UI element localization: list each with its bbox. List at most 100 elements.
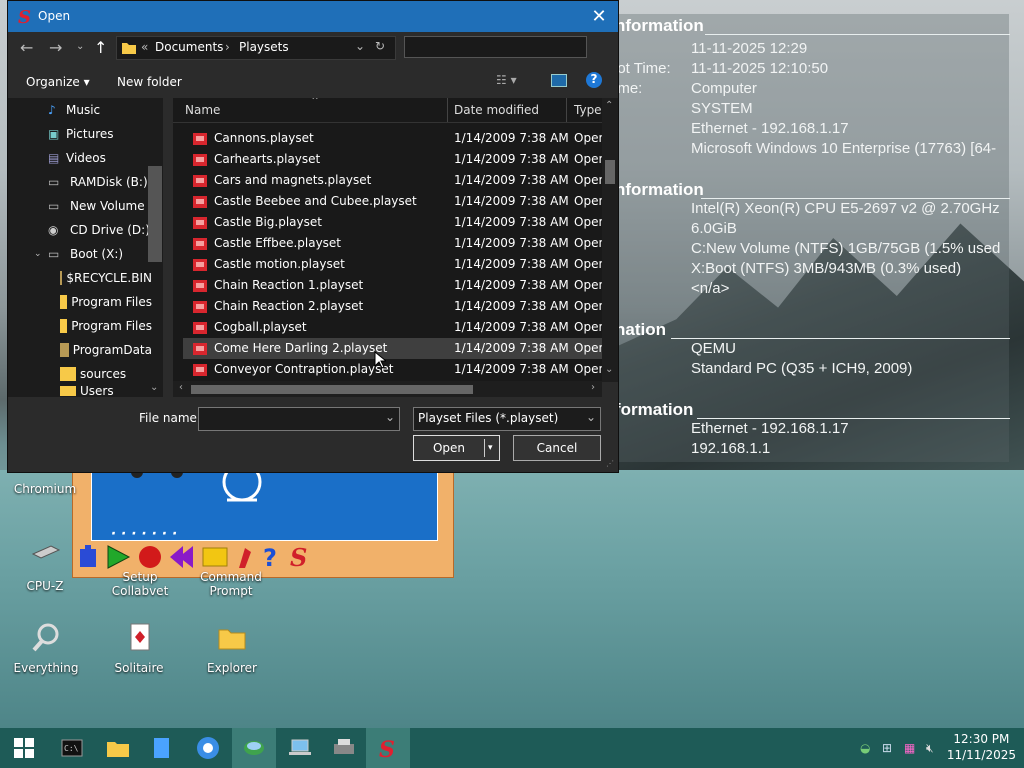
desktop-icon-setup[interactable]: Setup Collabvet bbox=[100, 570, 180, 598]
nav-item-program-files-x86[interactable]: Program Files bbox=[60, 316, 152, 336]
help-icon[interactable]: ? bbox=[261, 544, 283, 570]
nav-item-boot[interactable]: ⌄ ▭ Boot (X:) bbox=[34, 244, 123, 264]
close-button[interactable]: ✕ bbox=[584, 2, 614, 30]
file-row[interactable]: Cannons.playset 1/14/2009 7:38 AM Open I bbox=[183, 128, 602, 149]
refresh-icon[interactable]: ↻ bbox=[375, 39, 385, 53]
file-row[interactable]: Castle Effbee.playset 1/14/2009 7:38 AM Op… bbox=[183, 233, 602, 254]
new-folder-button[interactable]: New folder bbox=[117, 75, 182, 89]
nav-item-pictures[interactable]: ▣ Pictures bbox=[48, 124, 114, 144]
nav-item-programdata[interactable]: ProgramData bbox=[60, 340, 152, 360]
desktop-icon-chromium[interactable]: Chromium bbox=[5, 470, 85, 496]
file-row[interactable]: Come Here Darling 2.playset 1/14/2009 7:3… bbox=[183, 338, 602, 359]
nav-item-cd-drive[interactable]: ◉ CD Drive (D:) v bbox=[48, 220, 163, 240]
scroll-right-icon[interactable]: › bbox=[591, 382, 595, 393]
nav-item-videos[interactable]: ▤ Videos bbox=[48, 148, 106, 168]
scroll-left-icon[interactable]: ‹ bbox=[179, 382, 183, 393]
file-type: Open I bbox=[574, 131, 602, 145]
play-icon[interactable] bbox=[105, 544, 131, 570]
column-header-name[interactable]: Name bbox=[185, 103, 220, 117]
scrollbar-thumb[interactable] bbox=[605, 160, 615, 184]
file-row[interactable]: Conveyor Contraption.playset 1/14/2009 7:… bbox=[183, 359, 602, 380]
network-status-icon[interactable]: ◒ bbox=[860, 741, 882, 755]
clock[interactable]: 12:30 PM 11/11/2025 bbox=[947, 731, 1016, 763]
file-type: Open I bbox=[574, 362, 602, 376]
volume-muted-icon[interactable]: 🔇︎ bbox=[926, 741, 946, 756]
dialog-footer: File name: ⌄ Playset Files (*.playset) ⌄… bbox=[8, 397, 618, 472]
stop-icon[interactable] bbox=[137, 544, 163, 570]
app-logo-icon[interactable]: S bbox=[289, 544, 313, 570]
taskbar-notes[interactable] bbox=[140, 728, 184, 768]
taskbar-command-prompt[interactable]: C:\ bbox=[50, 728, 94, 768]
file-name-input[interactable]: ⌄ bbox=[198, 407, 400, 431]
file-type: Open I bbox=[574, 257, 602, 271]
split-dropdown-icon[interactable]: ▾ bbox=[488, 443, 493, 453]
nav-item-sources[interactable]: sources bbox=[60, 364, 152, 384]
file-row[interactable]: Castle motion.playset 1/14/2009 7:38 AM Op… bbox=[183, 254, 602, 275]
desktop-icon-solitaire[interactable]: Solitaire bbox=[99, 622, 179, 675]
navigation-pane[interactable]: ♪ Music ▣ Pictures ▤ Videos ▭ RAMDisk (B:) ▭… bbox=[8, 98, 163, 397]
game-window[interactable]: · · · · · · · ? S bbox=[72, 462, 454, 578]
up-arrow-icon[interactable]: ↑ bbox=[94, 38, 107, 57]
open-button[interactable]: Open ▾ bbox=[413, 435, 500, 461]
file-list[interactable]: Name ⌃ Date modified Type Cannons.playse… bbox=[173, 98, 602, 382]
nav-item-ramdisk[interactable]: ▭ RAMDisk (B:) bbox=[48, 172, 148, 192]
start-button[interactable] bbox=[2, 728, 46, 768]
display-settings-icon[interactable]: ▦ bbox=[904, 741, 926, 755]
nav-scrollbar-thumb[interactable] bbox=[148, 166, 162, 262]
scrollbar-thumb[interactable] bbox=[191, 385, 473, 394]
file-row[interactable]: Castle Big.playset 1/14/2009 7:38 AM Open … bbox=[183, 212, 602, 233]
file-row[interactable]: Castle Beebee and Cubee.playset 1/14/2009… bbox=[183, 191, 602, 212]
help-icon[interactable]: ? bbox=[586, 72, 602, 88]
column-header-type[interactable]: Type bbox=[574, 103, 602, 117]
view-options-icon[interactable]: ☷ ▾ bbox=[496, 73, 517, 87]
desktop-icon-command-prompt[interactable]: Command Prompt bbox=[191, 570, 271, 598]
dialog-titlebar[interactable]: S Open ✕ bbox=[8, 1, 618, 32]
scroll-up-icon[interactable]: ⌃ bbox=[605, 100, 613, 111]
forward-arrow-icon[interactable]: → bbox=[49, 38, 62, 57]
yellow-box-icon[interactable] bbox=[201, 545, 229, 569]
organize-menu[interactable]: Organize ▾ bbox=[26, 75, 90, 89]
back-arrow-icon[interactable]: ← bbox=[20, 38, 33, 57]
nav-item-users[interactable]: Users bbox=[60, 386, 152, 396]
nav-item-music[interactable]: ♪ Music bbox=[48, 100, 100, 120]
nav-item-new-volume[interactable]: ▭ New Volume (C bbox=[48, 196, 163, 216]
taskbar-active-app[interactable] bbox=[232, 728, 276, 768]
red-tool-icon[interactable] bbox=[235, 544, 255, 570]
breadcrumb-item[interactable]: Documents bbox=[155, 40, 223, 54]
preview-pane-icon[interactable] bbox=[551, 74, 567, 87]
rewind-icon[interactable] bbox=[169, 544, 195, 570]
file-type-select[interactable]: Playset Files (*.playset) ⌄ bbox=[413, 407, 601, 431]
nav-item-program-files[interactable]: Program Files bbox=[60, 292, 152, 312]
recent-locations-icon[interactable]: ⌄ bbox=[76, 41, 84, 52]
file-row[interactable]: Cars and magnets.playset 1/14/2009 7:38 A… bbox=[183, 170, 602, 191]
nav-item-recycle-bin[interactable]: $RECYCLE.BIN bbox=[60, 268, 152, 288]
search-input[interactable] bbox=[404, 36, 587, 58]
breadcrumb-item[interactable]: Playsets bbox=[239, 40, 289, 54]
file-row[interactable]: Carhearts.playset 1/14/2009 7:38 AM Open I bbox=[183, 149, 602, 170]
scroll-down-icon[interactable]: ⌄ bbox=[150, 382, 158, 393]
desktop-icon-cpuz[interactable]: CPU-Z bbox=[5, 540, 85, 593]
taskbar-chromium[interactable] bbox=[186, 728, 230, 768]
scroll-down-icon[interactable]: ⌄ bbox=[605, 364, 613, 375]
file-list-vertical-scrollbar[interactable]: ⌃ ⌄ bbox=[602, 98, 618, 382]
desktop-icon-everything[interactable]: Everything bbox=[6, 622, 86, 675]
desktop-icon-explorer[interactable]: Explorer bbox=[192, 622, 272, 675]
file-row[interactable]: Chain Reaction 1.playset 1/14/2009 7:38 A… bbox=[183, 275, 602, 296]
file-row[interactable]: Cogball.playset 1/14/2009 7:38 AM Open I bbox=[183, 317, 602, 338]
folder-icon bbox=[107, 742, 129, 757]
network-computer-icon[interactable]: ⊞ bbox=[882, 741, 904, 755]
playset-file-icon bbox=[193, 133, 207, 145]
column-header-date[interactable]: Date modified bbox=[454, 103, 539, 117]
taskbar-explorer[interactable] bbox=[96, 728, 140, 768]
file-row[interactable]: Chain Reaction 2.playset 1/14/2009 7:38 A… bbox=[183, 296, 602, 317]
address-bar[interactable]: « Documents › Playsets ⌄ ↻ bbox=[116, 36, 396, 60]
breadcrumb-overflow-icon[interactable]: « bbox=[141, 40, 148, 54]
taskbar-laptop-app[interactable] bbox=[278, 728, 322, 768]
cancel-button[interactable]: Cancel bbox=[513, 435, 601, 461]
taskbar-game-app[interactable]: S bbox=[366, 728, 410, 768]
taskbar-printer-app[interactable] bbox=[322, 728, 366, 768]
file-list-horizontal-scrollbar[interactable]: ‹ › bbox=[173, 381, 602, 397]
resize-grip-icon[interactable]: ⋰ bbox=[606, 459, 614, 468]
game-canvas[interactable]: · · · · · · · bbox=[91, 462, 438, 542]
address-dropdown-icon[interactable]: ⌄ bbox=[355, 39, 365, 53]
